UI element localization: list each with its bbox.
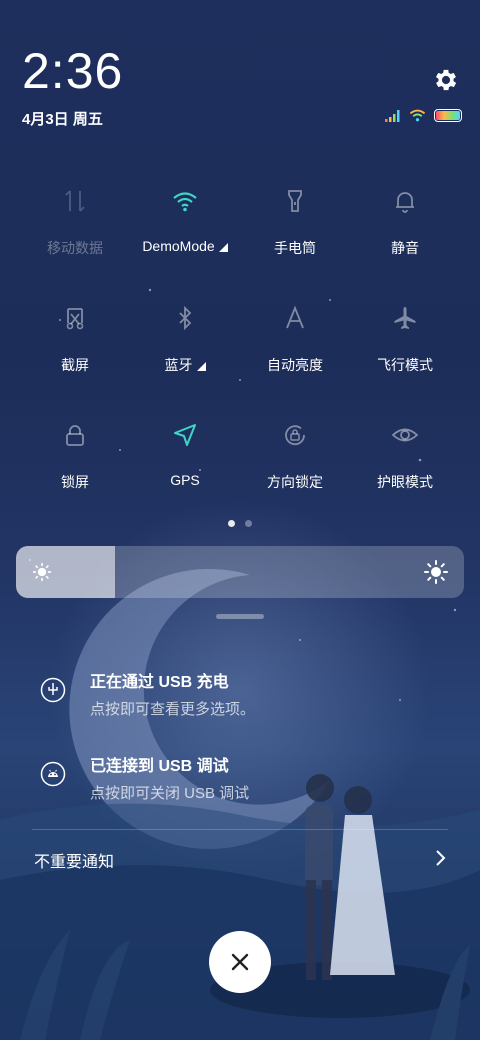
date-label: 4月3日 周五	[22, 111, 103, 128]
tile-bluetooth[interactable]: 蓝牙	[130, 297, 240, 414]
tile-label: 静音	[391, 240, 419, 256]
gps-icon	[174, 424, 196, 446]
tile-lock[interactable]: 锁屏	[20, 414, 130, 531]
expand-indicator-icon	[196, 361, 206, 371]
status-icons	[385, 109, 462, 122]
bluetooth-icon	[179, 305, 192, 331]
tile-rotation-lock[interactable]: 方向锁定	[240, 414, 350, 531]
page-dot	[245, 520, 252, 527]
notification-subtitle: 点按即可关闭 USB 调试	[90, 785, 250, 802]
tile-mobile-data[interactable]: 移动数据	[20, 180, 130, 297]
page-dot	[228, 520, 235, 527]
eye-icon	[391, 428, 419, 442]
tile-auto-brightness[interactable]: 自动亮度	[240, 297, 350, 414]
tile-label: GPS	[170, 472, 200, 488]
page-indicator	[0, 520, 480, 527]
notification-subtitle: 点按即可查看更多选项。	[90, 701, 256, 718]
notification-title: 已连接到 USB 调试	[90, 758, 229, 775]
tile-label: DemoMode	[142, 238, 228, 254]
airplane-icon	[394, 307, 416, 329]
tile-label: 蓝牙	[165, 355, 206, 375]
tile-gps[interactable]: GPS	[130, 414, 240, 531]
tile-flashlight[interactable]: 手电筒	[240, 180, 350, 297]
tile-bell[interactable]: 静音	[350, 180, 460, 297]
tile-airplane[interactable]: 飞行模式	[350, 297, 460, 414]
brightness-high-icon	[424, 560, 448, 584]
notification-usb-charging[interactable]: 正在通过 USB 充电 点按即可查看更多选项。	[40, 668, 460, 719]
tile-wifi[interactable]: DemoMode	[130, 180, 240, 297]
expand-indicator-icon	[218, 242, 228, 252]
tile-label: 锁屏	[61, 474, 89, 490]
tile-label: 护眼模式	[377, 474, 433, 490]
tile-label: 方向锁定	[267, 474, 323, 490]
mobile-data-icon	[65, 190, 85, 212]
tile-screenshot[interactable]: 截屏	[20, 297, 130, 414]
tile-eye[interactable]: 护眼模式	[350, 414, 460, 531]
auto-brightness-icon	[286, 305, 304, 329]
flashlight-icon	[288, 190, 302, 212]
tile-label: 移动数据	[47, 240, 103, 256]
close-icon	[231, 953, 249, 971]
tile-label: 手电筒	[274, 240, 316, 256]
clock-time: 2:36	[22, 43, 124, 99]
settings-gear-icon[interactable]	[432, 66, 460, 94]
quick-settings-grid: 移动数据 DemoMode 手电筒 静音截屏 蓝牙 自动亮度 飞行模式锁屏 GPS 方向锁定 护眼…	[20, 180, 460, 531]
drag-handle[interactable]	[216, 614, 264, 619]
wifi-icon	[173, 192, 197, 212]
bell-icon	[396, 192, 414, 213]
brightness-fill	[16, 546, 115, 598]
wifi-status-icon	[409, 109, 426, 122]
battery-icon	[434, 109, 462, 122]
notification-title: 正在通过 USB 充电	[90, 674, 229, 691]
android-debug-icon	[40, 761, 66, 787]
rotation-lock-icon	[285, 425, 305, 446]
brightness-low-icon	[32, 562, 52, 582]
lock-icon	[66, 425, 84, 446]
screenshot-icon	[66, 308, 84, 330]
notification-usb-debugging[interactable]: 已连接到 USB 调试 点按即可关闭 USB 调试	[40, 752, 460, 803]
brightness-slider[interactable]	[16, 546, 464, 598]
signal-icon	[385, 109, 400, 122]
tile-label: 自动亮度	[267, 357, 323, 373]
tile-label: 飞行模式	[377, 357, 433, 373]
usb-charging-icon	[40, 677, 66, 703]
clear-all-button[interactable]	[209, 931, 271, 993]
chevron-right-icon[interactable]	[430, 848, 450, 868]
unimportant-notifications-link[interactable]: 不重要通知	[34, 848, 114, 872]
tile-label: 截屏	[61, 357, 89, 373]
divider	[32, 829, 448, 830]
